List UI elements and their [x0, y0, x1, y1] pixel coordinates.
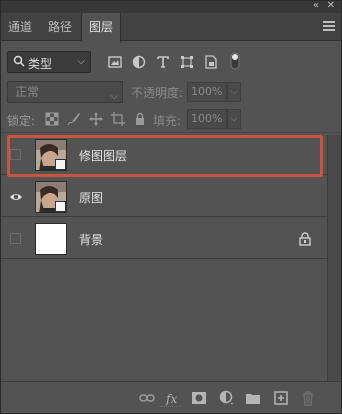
layer-filter-select[interactable]: 类型 ⌵	[7, 51, 91, 73]
lock-artboard-icon[interactable]	[111, 112, 125, 126]
layer-row-background[interactable]: 背景	[1, 219, 327, 259]
tab-paths[interactable]: 路径	[41, 13, 79, 41]
tab-channels[interactable]: 通道	[1, 13, 39, 41]
filter-toggle-icon[interactable]	[230, 52, 240, 70]
visibility-toggle-off[interactable]	[10, 233, 21, 244]
panel-title-strip: « ✕	[1, 0, 341, 13]
lock-fill-row: 锁定: 填充: 100% ⌵	[1, 109, 341, 131]
type-layer-filter-icon[interactable]	[156, 55, 170, 69]
opacity-dropdown-button[interactable]: ⌵	[227, 82, 241, 102]
tab-layers[interactable]: 图层	[81, 13, 121, 42]
scrollbar[interactable]	[327, 135, 341, 381]
filter-row: 类型 ⌵	[1, 47, 341, 77]
blend-mode-value: 正常	[15, 85, 40, 99]
filter-select-value: 类型	[28, 57, 53, 71]
lock-image-pixels-icon[interactable]	[67, 112, 81, 126]
mask-icon[interactable]	[191, 390, 207, 406]
layer-name[interactable]: 背景	[79, 231, 103, 248]
link-icon[interactable]	[139, 390, 155, 406]
shape-layer-filter-icon[interactable]	[180, 55, 194, 69]
blend-mode-select[interactable]: 正常 ⌵	[7, 81, 123, 103]
layer-thumbnail	[35, 223, 67, 255]
resize-grip[interactable]	[161, 406, 181, 408]
lock-icon	[299, 232, 311, 246]
layers-panel: « ✕ 通道 路径 图层 类型 ⌵ 正常 ⌵ 不透明度: 100% ⌵ 锁定: …	[0, 0, 342, 414]
collapse-panel-button[interactable]: «	[313, 0, 319, 11]
layer-row-original[interactable]: 原图	[1, 177, 327, 217]
lock-all-icon[interactable]	[133, 112, 147, 126]
folder-icon[interactable]	[245, 390, 261, 406]
fx-icon[interactable]: fx	[165, 390, 181, 406]
lock-transparent-pixels-icon[interactable]	[45, 112, 59, 126]
eye-icon[interactable]	[9, 190, 23, 204]
tab-bar: 通道 路径 图层	[1, 13, 341, 42]
lock-position-icon[interactable]	[89, 112, 103, 126]
opacity-input[interactable]: 100%	[187, 82, 227, 102]
smart-object-badge-icon	[55, 201, 66, 212]
blend-opacity-row: 正常 ⌵ 不透明度: 100% ⌵	[1, 81, 341, 105]
chevron-down-icon: ⌵	[77, 56, 85, 67]
layer-thumbnail	[35, 181, 67, 213]
lock-label: 锁定:	[7, 114, 36, 128]
bottom-toolbar: fx	[1, 381, 341, 413]
trash-icon[interactable]	[300, 390, 316, 406]
adjustment-icon[interactable]	[219, 390, 235, 406]
fill-input[interactable]: 100%	[187, 109, 227, 129]
fill-label: 填充:	[153, 114, 182, 128]
chevron-down-icon: ⌵	[110, 91, 118, 102]
close-panel-button[interactable]: ✕	[327, 0, 335, 11]
divider	[1, 132, 341, 133]
panel-menu-icon[interactable]	[323, 21, 335, 31]
fill-dropdown-button[interactable]: ⌵	[227, 109, 241, 129]
layer-name[interactable]: 原图	[79, 189, 103, 206]
new-layer-icon[interactable]	[273, 390, 289, 406]
svg-text:fx: fx	[165, 392, 177, 406]
highlight-annotation-box	[7, 135, 323, 177]
search-icon	[13, 55, 25, 67]
pixel-layer-filter-icon[interactable]	[108, 55, 122, 69]
smart-object-filter-icon[interactable]	[204, 55, 218, 69]
opacity-label: 不透明度:	[131, 86, 184, 100]
adjustment-layer-filter-icon[interactable]	[132, 55, 146, 69]
